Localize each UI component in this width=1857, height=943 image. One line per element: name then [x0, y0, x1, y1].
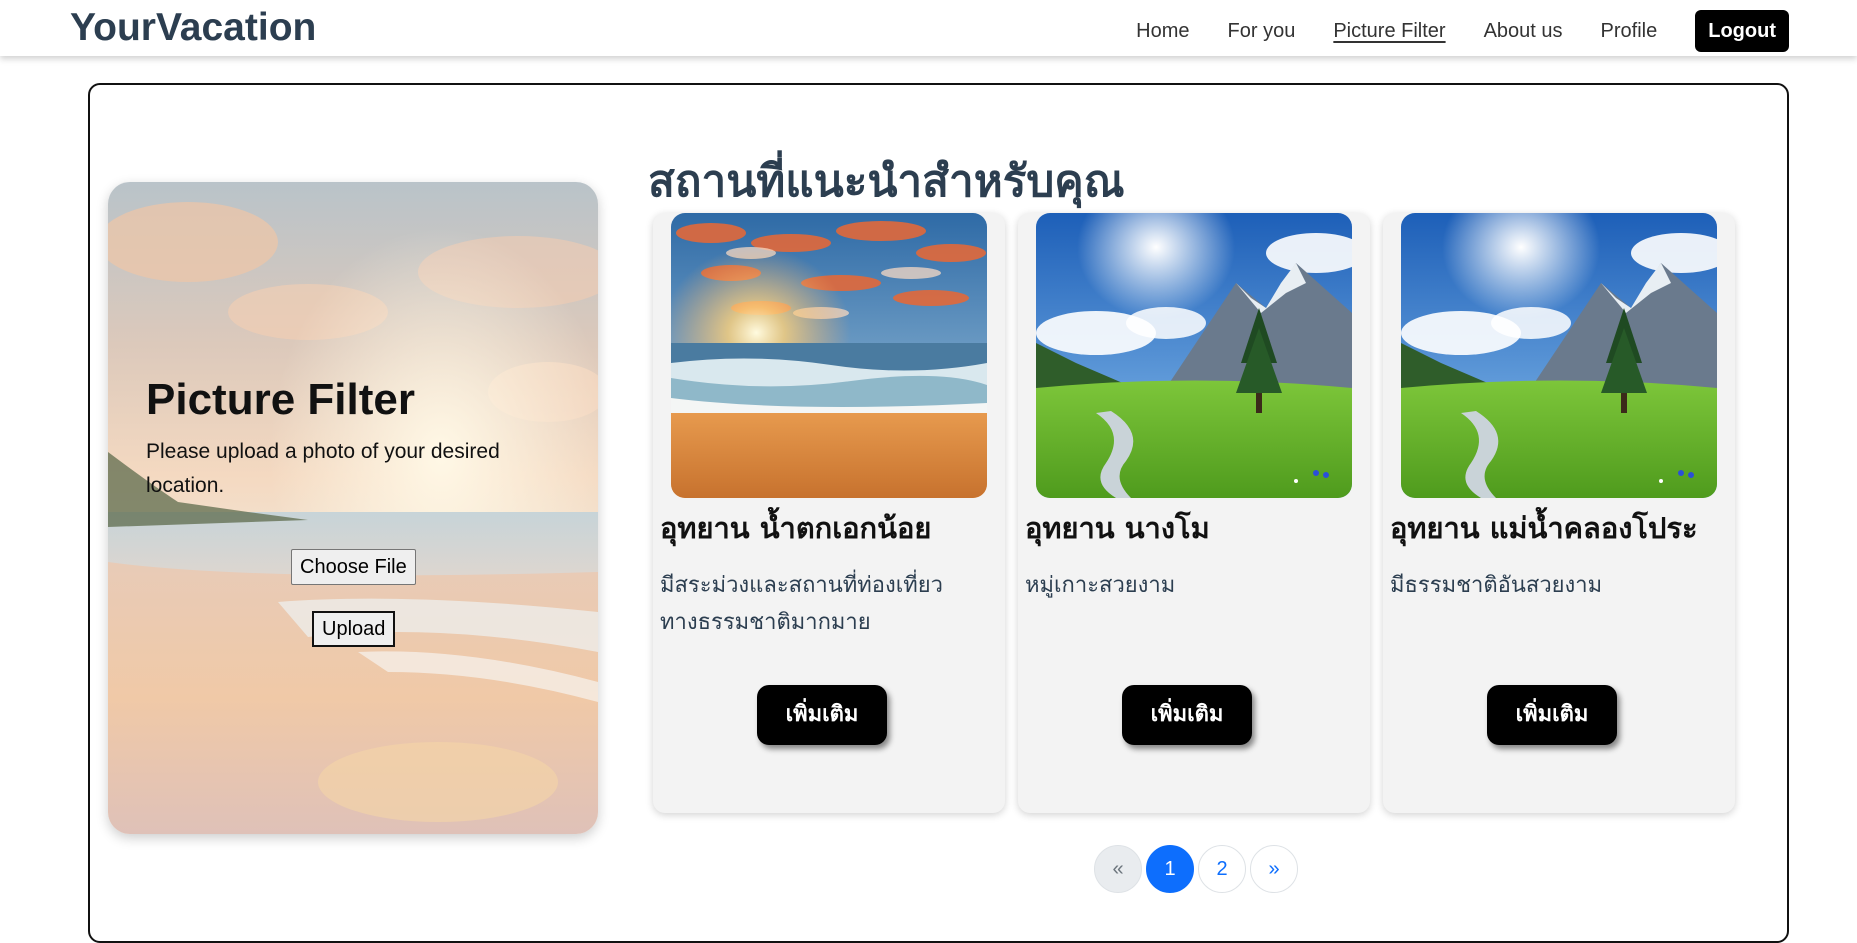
pagination: « 1 2 » [1094, 845, 1302, 893]
logout-button[interactable]: Logout [1695, 10, 1789, 52]
nav-home[interactable]: Home [1136, 10, 1189, 52]
pagination-page-1[interactable]: 1 [1146, 845, 1194, 893]
beach-sunset-image [671, 213, 987, 498]
brand-logo[interactable]: YourVacation [70, 6, 316, 50]
place-title: อุทยาน น้ำตกเอกน้อย [660, 511, 932, 545]
more-button[interactable]: เพิ่มเติม [1122, 685, 1252, 745]
place-description: มีธรรมชาติอันสวยงาม [1390, 573, 1603, 598]
place-description: มีสระม่วงและสถานที่ท่องเที่ยวทางธรรมชาติ… [660, 573, 944, 635]
place-card: อุทยาน น้ำตกเอกน้อย มีสระม่วงและสถานที่ท… [653, 213, 1005, 813]
upload-title: Picture Filter [146, 375, 415, 424]
nav-for-you[interactable]: For you [1228, 10, 1296, 52]
place-title: อุทยาน นางโม [1025, 511, 1210, 545]
upload-button[interactable]: Upload [312, 611, 396, 647]
nav-picture-filter[interactable]: Picture Filter [1333, 10, 1445, 52]
place-card: อุทยาน แม่น้ำคลองโประ มีธรรมชาติอันสวยงา… [1383, 213, 1735, 813]
nav-profile[interactable]: Profile [1601, 10, 1658, 52]
more-button[interactable]: เพิ่มเติม [757, 685, 887, 745]
place-image [1036, 213, 1352, 498]
place-image [1401, 213, 1717, 498]
recommended-places-title: สถานที่แนะนำสำหรับคุณ [648, 156, 1125, 207]
choose-file-button[interactable]: Choose File [291, 549, 416, 585]
more-button[interactable]: เพิ่มเติม [1487, 685, 1617, 745]
mountain-meadow-image [1036, 213, 1352, 498]
upload-content: Picture Filter Please upload a photo of … [146, 375, 566, 503]
pagination-next[interactable]: » [1250, 845, 1298, 893]
picture-filter-card: Picture Filter Please upload a photo of … [108, 182, 598, 834]
place-description: หมู่เกาะสวยงาม [1025, 573, 1176, 598]
pagination-page-2[interactable]: 2 [1198, 845, 1246, 893]
place-image [671, 213, 987, 498]
mountain-meadow-image [1401, 213, 1717, 498]
top-navbar: YourVacation Home For you Picture Filter… [0, 0, 1857, 56]
upload-description: Please upload a photo of your desired lo… [146, 440, 500, 497]
nav-menu: Home For you Picture Filter About us Pro… [1098, 10, 1789, 52]
pagination-prev[interactable]: « [1094, 845, 1142, 893]
place-card: อุทยาน นางโม หมู่เกาะสวยงาม เพิ่มเติม [1018, 213, 1370, 813]
beach-background-image [108, 182, 598, 834]
place-title: อุทยาน แม่น้ำคลองโประ [1390, 511, 1698, 545]
nav-about-us[interactable]: About us [1484, 10, 1563, 52]
